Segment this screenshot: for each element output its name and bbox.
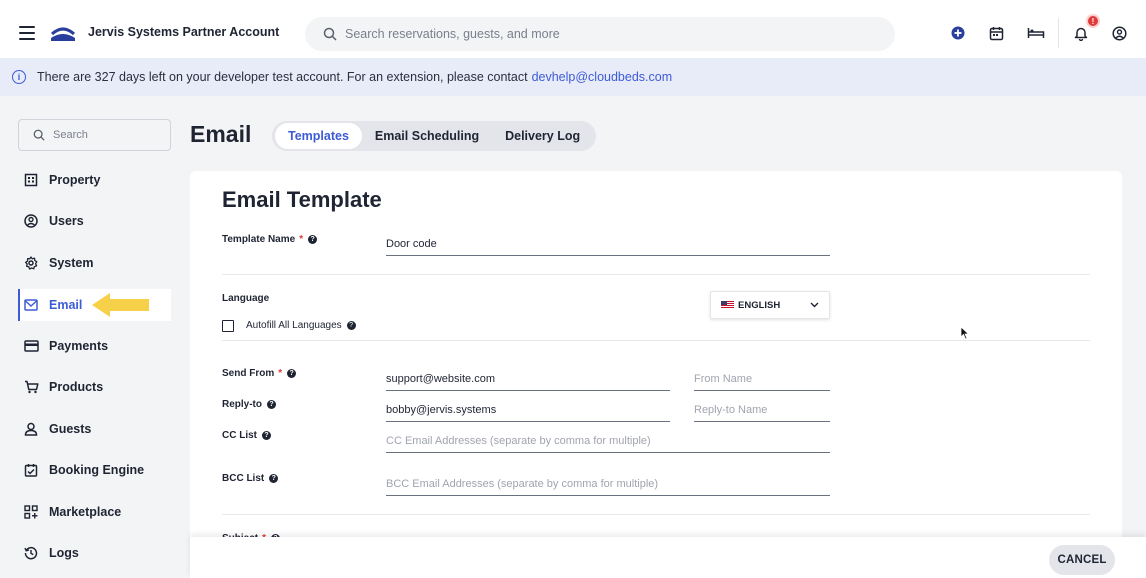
- send-from-label: Send From *?: [222, 368, 297, 379]
- sidebar-item-booking-engine[interactable]: Booking Engine: [18, 454, 171, 486]
- sidebar-item-logs[interactable]: Logs: [18, 537, 171, 569]
- account-name[interactable]: Jervis Systems Partner Account: [88, 25, 279, 39]
- mail-icon: [23, 297, 39, 313]
- bcc-list-input[interactable]: [386, 472, 830, 496]
- sidebar-item-label: Booking Engine: [49, 463, 145, 477]
- help-icon[interactable]: ?: [262, 431, 271, 440]
- help-icon[interactable]: ?: [308, 235, 318, 244]
- person-icon: [23, 421, 39, 437]
- sidebar-item-users[interactable]: Users: [18, 205, 171, 237]
- help-icon[interactable]: ?: [346, 321, 356, 330]
- sidebar-item-payments[interactable]: Payments: [18, 330, 171, 362]
- building-icon: [23, 172, 39, 188]
- history-icon: [23, 545, 39, 561]
- dev-account-banner: i There are 327 days left on your develo…: [0, 58, 1146, 96]
- sidebar-search-input[interactable]: [53, 129, 163, 141]
- divider: [222, 274, 1090, 275]
- contact-email-link[interactable]: devhelp@cloudbeds.com: [532, 70, 673, 84]
- tab-email-scheduling[interactable]: Email Scheduling: [362, 123, 492, 149]
- reply-to-label: Reply-to?: [222, 399, 276, 410]
- bcc-list-label: BCC List?: [222, 473, 279, 484]
- sidebar-item-property[interactable]: Property: [18, 164, 171, 196]
- divider: [222, 514, 1090, 515]
- info-icon: i: [12, 70, 26, 84]
- page-title: Email: [190, 121, 252, 147]
- calendar-icon[interactable]: [987, 24, 1005, 42]
- sidebar-item-products[interactable]: Products: [18, 371, 171, 403]
- toolbar-divider: [1058, 18, 1059, 48]
- top-bar: Jervis Systems Partner Account !: [0, 0, 1146, 66]
- sidebar-item-system[interactable]: System: [18, 247, 171, 279]
- form-footer: [190, 537, 1146, 578]
- account-circle-icon[interactable]: [1110, 24, 1128, 42]
- search-icon: [33, 129, 45, 141]
- chevron-down-icon: [810, 302, 819, 308]
- sidebar-item-label: Email: [49, 298, 83, 312]
- sidebar-item-marketplace[interactable]: Marketplace: [18, 496, 171, 528]
- template-name-input[interactable]: [386, 232, 830, 256]
- global-search[interactable]: [305, 17, 895, 51]
- gear-icon: [23, 255, 39, 271]
- sidebar-search[interactable]: [18, 119, 171, 151]
- from-name-input[interactable]: [694, 367, 830, 391]
- form-title: Email Template: [222, 187, 382, 212]
- help-icon[interactable]: ?: [267, 400, 276, 409]
- sidebar-item-label: Payments: [49, 339, 109, 353]
- email-template-card: Email Template Template Name*? Language …: [190, 171, 1122, 578]
- sidebar-item-label: Guests: [49, 422, 92, 436]
- mouse-pointer-icon: [960, 326, 970, 340]
- sidebar-item-label: Users: [49, 214, 84, 228]
- logo-icon: [50, 27, 76, 41]
- send-from-input[interactable]: [386, 367, 670, 391]
- bell-icon[interactable]: [1072, 24, 1090, 42]
- grid-plus-icon: [23, 504, 39, 520]
- help-icon[interactable]: ?: [287, 369, 297, 378]
- language-select[interactable]: ENGLISH: [710, 291, 830, 319]
- highlight-arrow-icon: [92, 293, 149, 317]
- sidebar-item-label: Products: [49, 380, 104, 394]
- tab-delivery-log[interactable]: Delivery Log: [492, 123, 593, 149]
- language-value: ENGLISH: [738, 299, 781, 311]
- sidebar-item-label: System: [49, 256, 94, 270]
- template-name-label: Template Name *?: [222, 234, 318, 245]
- bed-icon[interactable]: [1027, 24, 1045, 42]
- autofill-checkbox[interactable]: [222, 320, 234, 332]
- cancel-button[interactable]: CANCEL: [1049, 545, 1115, 575]
- sidebar-item-guests[interactable]: Guests: [18, 413, 171, 445]
- global-search-input[interactable]: [345, 27, 865, 41]
- cart-icon: [23, 379, 39, 395]
- tab-templates[interactable]: Templates: [275, 123, 362, 149]
- search-icon: [323, 27, 337, 41]
- email-tabs: Templates Email Scheduling Delivery Log: [272, 121, 597, 151]
- add-circle-icon[interactable]: [949, 24, 967, 42]
- cc-list-input[interactable]: [386, 429, 830, 453]
- language-label: Language: [222, 293, 270, 304]
- credit-card-icon: [23, 338, 39, 354]
- reply-to-input[interactable]: [386, 398, 670, 422]
- banner-message: There are 327 days left on your develope…: [37, 70, 528, 84]
- help-icon[interactable]: ?: [269, 474, 279, 483]
- us-flag-icon: [721, 301, 734, 309]
- user-circle-icon: [23, 213, 39, 229]
- calendar-check-icon: [23, 462, 39, 478]
- notification-badge: !: [1086, 14, 1100, 28]
- menu-icon[interactable]: [19, 26, 35, 40]
- cc-list-label: CC List?: [222, 430, 271, 441]
- sidebar-item-label: Property: [49, 173, 101, 187]
- divider: [222, 340, 1090, 341]
- autofill-label: Autofill All Languages?: [246, 320, 356, 331]
- sidebar-item-label: Logs: [49, 546, 79, 560]
- reply-to-name-input[interactable]: [694, 398, 830, 422]
- sidebar-item-label: Marketplace: [49, 505, 122, 519]
